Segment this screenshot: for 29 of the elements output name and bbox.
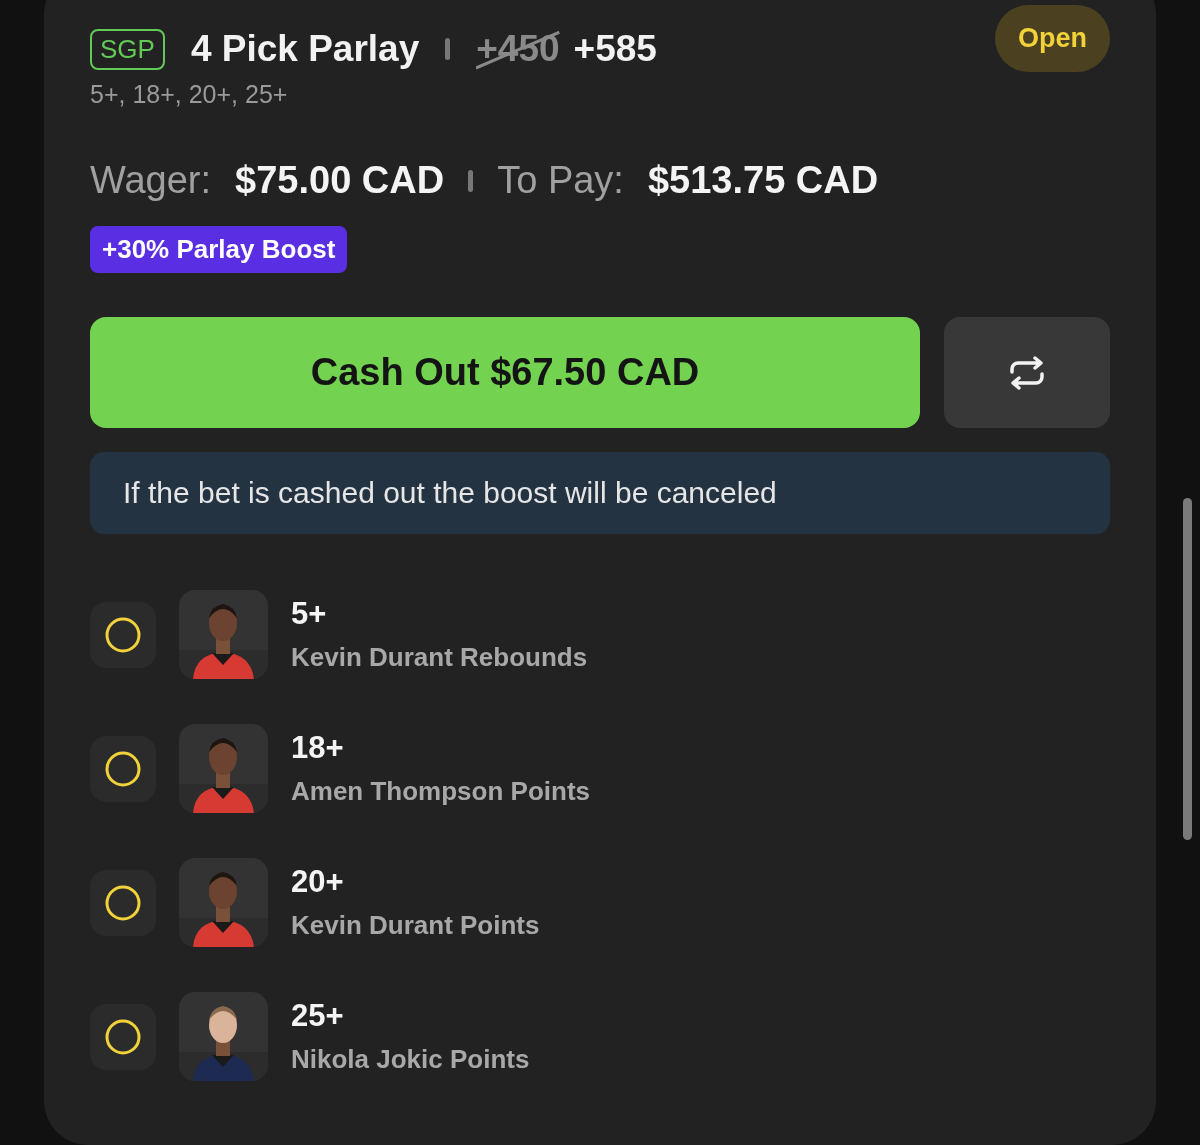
- circle-icon: [105, 884, 141, 921]
- cash-out-button[interactable]: Cash Out $67.50 CAD: [90, 317, 920, 428]
- repeat-icon: [1008, 355, 1046, 390]
- swap-button[interactable]: [944, 317, 1110, 428]
- status-pill: Open: [995, 5, 1110, 72]
- leg-line: 5+: [291, 596, 328, 632]
- boosted-odds: +585: [573, 28, 657, 70]
- amount-value: $75.00 CAD: [235, 159, 445, 202]
- leg-market: Kevin Durant Points: [291, 910, 540, 941]
- amount-label: Wager:: [90, 159, 212, 202]
- leg-line: 18+: [291, 730, 345, 766]
- leg-market: Kevin Durant Rebounds: [291, 642, 588, 673]
- divider: [445, 38, 451, 60]
- scrollbar[interactable]: [1183, 498, 1192, 840]
- circle-icon: [105, 750, 141, 787]
- amount-value: $513.75 CAD: [647, 159, 879, 202]
- leg-market: Nikola Jokic Points: [291, 1044, 530, 1075]
- circle-icon: [105, 616, 141, 653]
- bet-title: 4 Pick Parlay: [190, 28, 420, 70]
- legs-summary: 5+, 18+, 20+, 25+: [90, 80, 289, 109]
- circle-icon: [105, 1018, 141, 1055]
- boost-tag: +30% Parlay Boost: [90, 226, 348, 273]
- leg-line: 20+: [291, 864, 345, 900]
- sgp-tag: SGP: [90, 28, 165, 70]
- cash-out-notice: If the bet is cashed out the boost will be canceled: [90, 452, 1110, 534]
- leg-line: 25+: [291, 998, 345, 1034]
- amount-label: To Pay:: [497, 159, 624, 202]
- leg-market: Amen Thompson Points: [291, 776, 590, 807]
- divider: [468, 169, 474, 192]
